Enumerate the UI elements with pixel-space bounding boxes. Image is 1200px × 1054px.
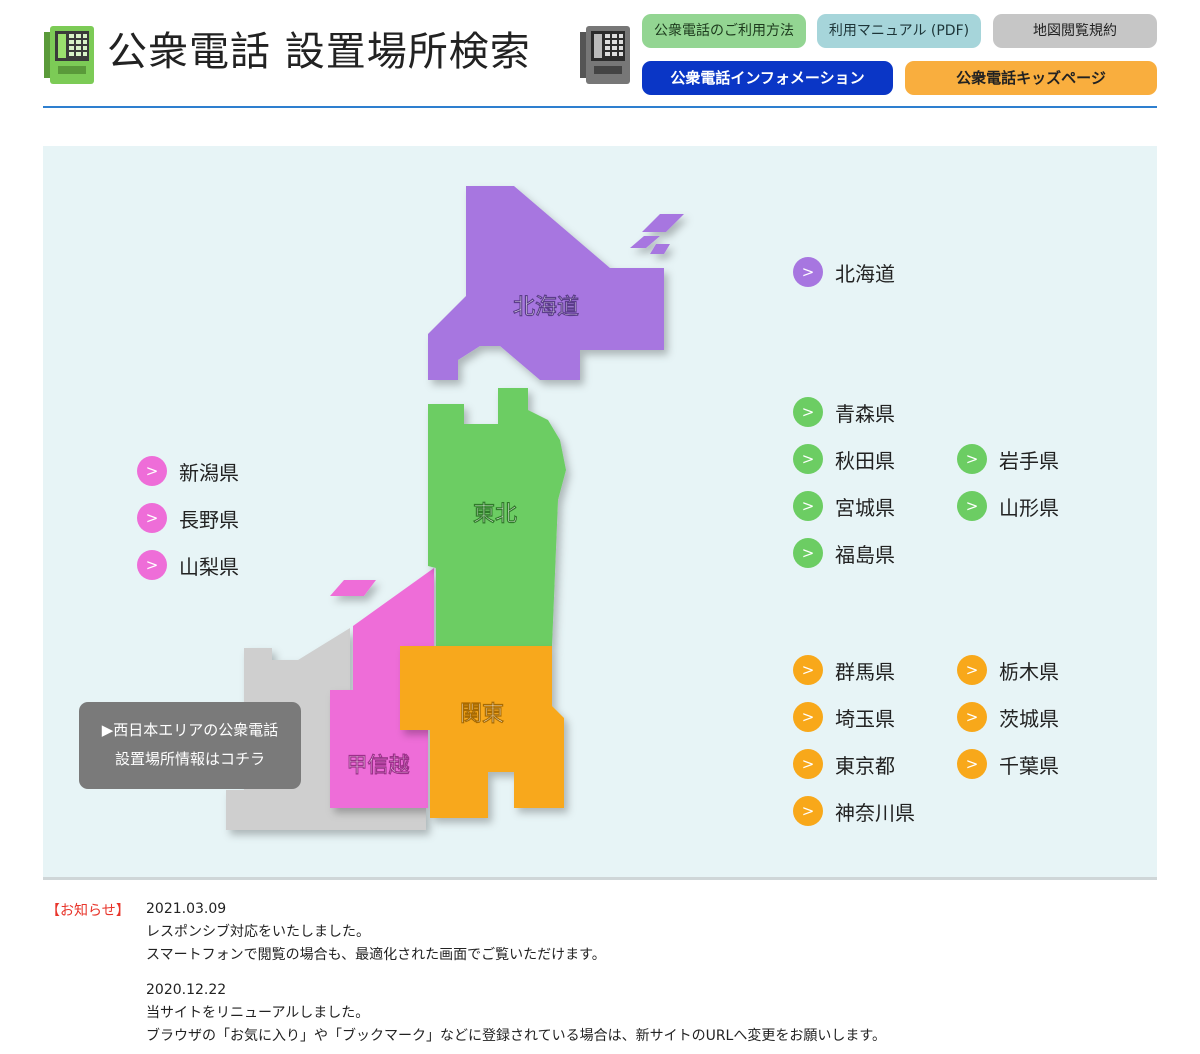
chevron-right-icon: >: [793, 257, 823, 287]
west-link-line-1: ▶西日本エリアの公衆電話: [101, 721, 279, 739]
pref-link-tokyo[interactable]: > 東京都: [793, 749, 895, 779]
pref-label: 千葉県: [999, 753, 1059, 778]
chevron-right-icon: >: [793, 702, 823, 732]
pref-link-iwate[interactable]: > 岩手県: [957, 444, 1059, 474]
pref-link-gunma[interactable]: > 群馬県: [793, 655, 895, 685]
pref-label: 神奈川県: [835, 800, 915, 825]
chevron-right-icon: >: [137, 456, 167, 486]
pref-link-saitama[interactable]: > 埼玉県: [793, 702, 895, 732]
pref-link-yamanashi[interactable]: > 山梨県: [137, 550, 239, 580]
region-label-koshinetsu[interactable]: 甲信越: [346, 753, 411, 777]
news-text: レスポンシブ対応をいたしました。: [146, 924, 370, 940]
region-hokkaido[interactable]: [428, 186, 684, 380]
news-text: 当サイトをリニューアルしました。: [146, 1005, 370, 1021]
region-label-tohoku[interactable]: 東北: [473, 502, 517, 527]
chevron-right-icon: >: [137, 550, 167, 580]
pref-link-miyagi[interactable]: > 宮城県: [793, 491, 895, 521]
pref-link-akita[interactable]: > 秋田県: [793, 444, 895, 474]
chevron-right-icon: >: [793, 749, 823, 779]
news-label: 【お知らせ】: [46, 903, 130, 919]
chevron-right-icon: >: [957, 749, 987, 779]
pref-label: 青森県: [835, 401, 895, 426]
pref-link-kanagawa[interactable]: > 神奈川県: [793, 796, 915, 826]
chevron-right-icon: >: [793, 444, 823, 474]
pref-label: 長野県: [179, 507, 239, 532]
chevron-right-icon: >: [137, 503, 167, 533]
pref-link-fukushima[interactable]: > 福島県: [793, 538, 895, 568]
pref-label: 福島県: [835, 542, 895, 567]
pref-link-ibaraki[interactable]: > 茨城県: [957, 702, 1059, 732]
chevron-right-icon: >: [957, 491, 987, 521]
pref-label: 北海道: [835, 261, 895, 286]
pref-label: 群馬県: [835, 659, 895, 684]
pref-link-tochigi[interactable]: > 栃木県: [957, 655, 1059, 685]
pref-label: 栃木県: [999, 659, 1059, 684]
news-date: 2021.03.09: [146, 901, 227, 917]
chevron-right-icon: >: [793, 655, 823, 685]
west-link-line-2: 設置場所情報はコチラ: [114, 750, 265, 768]
chevron-right-icon: >: [793, 397, 823, 427]
news-item: 2021.03.09 レスポンシブ対応をいたしました。 スマートフォンで閲覧の場…: [146, 898, 606, 967]
news-text: スマートフォンで閲覧の場合も、最適化された画面でご覧いただけます。: [146, 947, 606, 963]
news-item: 2020.12.22 当サイトをリニューアルしました。 ブラウザの「お気に入り」…: [146, 979, 886, 1048]
pref-link-aomori[interactable]: > 青森県: [793, 397, 895, 427]
news-date: 2020.12.22: [146, 982, 227, 998]
pref-label: 山形県: [999, 495, 1059, 520]
chevron-right-icon: >: [957, 655, 987, 685]
pref-link-yamagata[interactable]: > 山形県: [957, 491, 1059, 521]
chevron-right-icon: >: [793, 796, 823, 826]
chevron-right-icon: >: [957, 444, 987, 474]
pref-label: 新潟県: [179, 460, 239, 485]
pref-link-hokkaido[interactable]: > 北海道: [793, 257, 895, 287]
chevron-right-icon: >: [957, 702, 987, 732]
news-text: ブラウザの「お気に入り」や「ブックマーク」などに登録されている場合は、新サイトの…: [146, 1028, 886, 1044]
pref-label: 秋田県: [835, 448, 895, 473]
pref-label: 茨城県: [999, 706, 1059, 731]
pref-link-chiba[interactable]: > 千葉県: [957, 749, 1059, 779]
pref-label: 東京都: [835, 753, 895, 778]
west-japan-link-button[interactable]: ▶西日本エリアの公衆電話 設置場所情報はコチラ: [79, 702, 301, 789]
pref-link-niigata[interactable]: > 新潟県: [137, 456, 239, 486]
pref-label: 埼玉県: [835, 706, 895, 731]
pref-label: 岩手県: [999, 448, 1059, 473]
region-label-kanto[interactable]: 関東: [460, 702, 504, 727]
pref-link-nagano[interactable]: > 長野県: [137, 503, 239, 533]
pref-label: 宮城県: [835, 495, 895, 520]
chevron-right-icon: >: [793, 538, 823, 568]
chevron-right-icon: >: [793, 491, 823, 521]
pref-label: 山梨県: [179, 554, 239, 579]
region-label-hokkaido[interactable]: 北海道: [513, 294, 579, 320]
